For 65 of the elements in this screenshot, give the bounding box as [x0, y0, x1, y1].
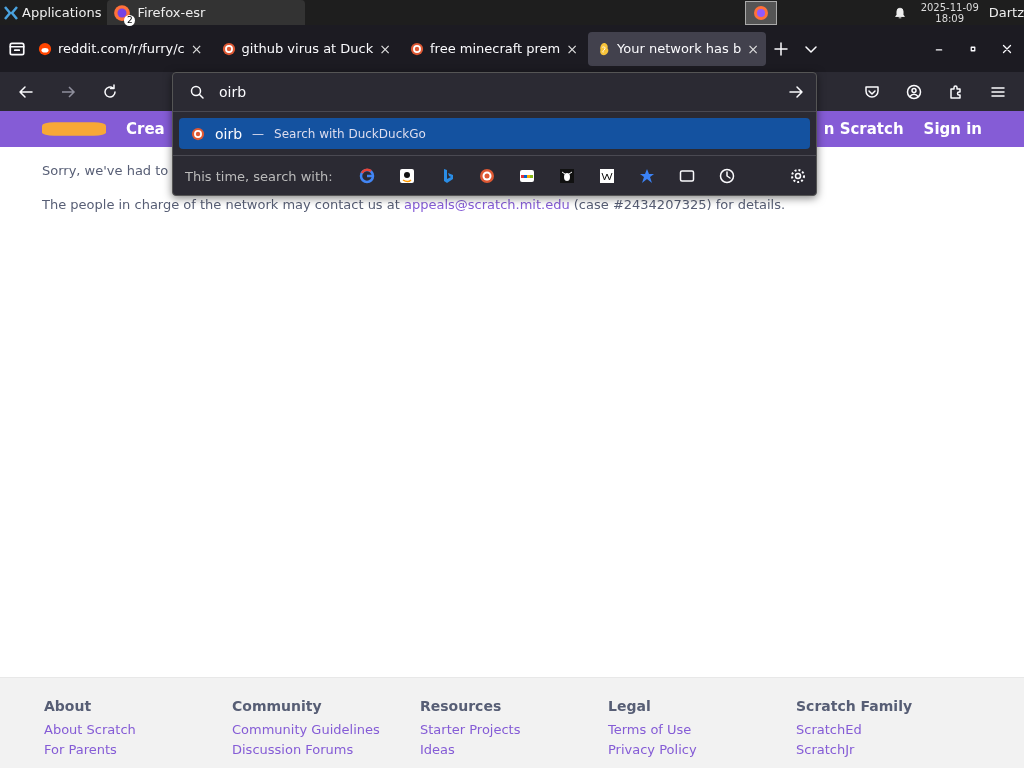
close-tab-button[interactable]: ×: [379, 40, 391, 57]
footer-heading: About: [44, 698, 93, 714]
footer-link[interactable]: ScratchEd: [796, 720, 984, 740]
close-tab-button[interactable]: ×: [566, 40, 579, 57]
history-icon[interactable]: [718, 168, 735, 184]
browser-tab[interactable]: reddit.com/r/furry/c ×: [29, 31, 210, 66]
settings-icon[interactable]: [790, 168, 806, 184]
browser-launcher[interactable]: [744, 0, 777, 25]
amazon-icon[interactable]: [398, 168, 415, 184]
footer-link[interactable]: About Scratch: [44, 720, 232, 740]
forward-icon[interactable]: [60, 83, 76, 100]
app-menu-icon: [3, 4, 19, 21]
browser-tab[interactable]: free minecraft prem ×: [401, 31, 586, 66]
footer-link[interactable]: Discussion Forums: [232, 740, 420, 760]
search-icon: [189, 84, 205, 100]
footer-heading: Legal: [608, 698, 652, 714]
nav-link[interactable]: Sign in: [923, 120, 982, 138]
clock-time: 18:09: [935, 12, 965, 24]
browser-tab[interactable]: github virus at Duck ×: [212, 31, 398, 66]
clock-date: 2025-11-09: [920, 1, 979, 13]
google-icon[interactable]: [358, 168, 375, 184]
search-suggestion[interactable]: oirb — Search with DuckDuckGo: [179, 118, 810, 149]
email-link[interactable]: appeals@scratch.mit.edu: [404, 197, 570, 212]
taskbar-window-button[interactable]: 2 Firefox-esr: [107, 0, 306, 25]
user-name[interactable]: Dartz: [988, 5, 1024, 20]
duck-icon[interactable]: [478, 168, 495, 184]
footer-link[interactable]: Terms of Use: [608, 720, 796, 740]
duck-icon: [191, 126, 205, 141]
footer-link[interactable]: Privacy Policy: [608, 740, 796, 760]
account-icon[interactable]: [906, 83, 922, 100]
footer-link[interactable]: Ideas: [420, 740, 608, 760]
browser-icon: [113, 3, 132, 22]
pocket-icon[interactable]: [864, 83, 880, 100]
site-favicon: [410, 41, 424, 56]
footer-heading: Community: [232, 698, 323, 714]
tabs-icon[interactable]: [678, 168, 695, 184]
paragraph: The people in charge of the network may contact us at appeals@scratch.mit.edu (case #2434207325) for details.: [42, 197, 786, 213]
footer-heading: Scratch Family: [796, 698, 914, 714]
footer-heading: Resources: [420, 698, 503, 714]
footer-link[interactable]: For Parents: [44, 740, 232, 760]
close-tab-button[interactable]: ×: [190, 40, 203, 57]
browser-icon: [752, 4, 769, 21]
footer-link[interactable]: ScratchJr: [796, 740, 984, 760]
wikipedia-icon[interactable]: [598, 168, 615, 184]
notification-bell-icon[interactable]: [892, 5, 907, 20]
close-tab-button[interactable]: ×: [747, 40, 759, 57]
back-icon[interactable]: [18, 83, 34, 100]
ebay-icon[interactable]: [518, 168, 535, 184]
reload-icon[interactable]: [102, 83, 118, 100]
bookmark-star-icon[interactable]: [638, 168, 655, 184]
puzzle-icon[interactable]: [948, 83, 964, 100]
go-arrow-icon[interactable]: [788, 84, 804, 100]
site-favicon: [38, 41, 52, 56]
site-favicon: [221, 41, 236, 56]
engines-label: This time, search with:: [185, 168, 333, 184]
nav-link[interactable]: n Scratch: [823, 120, 904, 138]
new-tab-icon[interactable]: [772, 40, 789, 57]
footer-link[interactable]: Starter Projects: [420, 720, 608, 740]
window-count: 2: [124, 14, 136, 26]
footer-link[interactable]: Community Guidelines: [232, 720, 420, 740]
browser-tab[interactable]: Your network has b ×: [588, 31, 766, 66]
paragraph: Sorry, we've had to: [42, 163, 169, 179]
bug-icon[interactable]: [558, 168, 575, 184]
nav-link[interactable]: Crea: [126, 120, 165, 138]
applications-menu[interactable]: Applications: [0, 4, 108, 21]
